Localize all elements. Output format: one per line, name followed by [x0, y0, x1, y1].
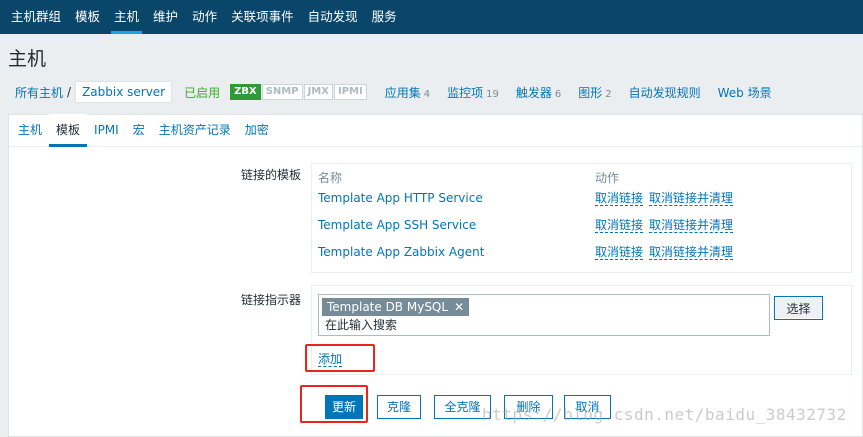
topnav-discovery[interactable]: 自动发现 — [301, 0, 365, 34]
clone-button[interactable]: 克隆 — [377, 395, 421, 419]
topnav-actions[interactable]: 动作 — [185, 0, 224, 34]
topnav-maintenance[interactable]: 维护 — [146, 0, 185, 34]
column-header-action: 动作 — [595, 171, 620, 185]
template-name-link[interactable]: Template App Zabbix Agent — [318, 245, 484, 259]
link-indicator-label: 链接指示器 — [240, 293, 301, 307]
remove-chip-icon[interactable]: ✕ — [454, 300, 464, 314]
page-title: 主机 — [8, 48, 47, 70]
tab-encryption[interactable]: 加密 — [238, 114, 276, 146]
topnav-event-correlation[interactable]: 关联项事件 — [224, 0, 301, 34]
template-search-input[interactable] — [325, 318, 705, 332]
unlink-button[interactable]: 取消链接 — [595, 245, 644, 260]
link-discovery-rules[interactable]: 自动发现规则 — [629, 84, 701, 101]
host-form-panel: 主机 模板 IPMI 宏 主机资产记录 加密 链接的模板 名称 动作 Templ… — [8, 114, 863, 437]
availability-badges: ZBX SNMP JMX IPMI — [230, 84, 368, 100]
top-navigation: 主机群组 模板 主机 维护 动作 关联项事件 自动发现 服务 — [0, 0, 863, 34]
tab-ipmi[interactable]: IPMI — [87, 114, 126, 146]
topnav-services[interactable]: 服务 — [365, 0, 404, 34]
badge-zbx: ZBX — [230, 84, 261, 100]
unlink-and-clear-button[interactable]: 取消链接并清理 — [649, 191, 734, 206]
link-web-scenarios[interactable]: Web 场景 — [718, 84, 772, 101]
status-enabled-link[interactable]: 已启用 — [184, 84, 220, 101]
highlight-frame-update — [300, 385, 368, 423]
unlink-button[interactable]: 取消链接 — [595, 191, 644, 206]
template-multiselect[interactable]: Template DB MySQL ✕ — [318, 294, 770, 336]
triggers-count: 6 — [554, 88, 562, 100]
unlink-and-clear-button[interactable]: 取消链接并清理 — [649, 218, 734, 233]
watermark-text: https://blog.csdn.net/baidu_38432732 — [482, 405, 847, 424]
host-navigation: 所有主机 / Zabbix server 已启用 ZBX SNMP JMX IP… — [0, 78, 863, 106]
link-items-label: 监控项 — [447, 85, 484, 100]
badge-ipmi: IPMI — [333, 84, 367, 100]
select-button[interactable]: 选择 — [774, 296, 823, 320]
tab-inventory[interactable]: 主机资产记录 — [152, 114, 238, 146]
breadcrumb-separator: / — [67, 85, 72, 99]
link-triggers[interactable]: 触发器 6 — [516, 84, 561, 101]
badge-snmp: SNMP — [261, 84, 303, 100]
link-applications[interactable]: 应用集 4 — [385, 84, 430, 101]
form-tabs: 主机 模板 IPMI 宏 主机资产记录 加密 — [9, 114, 862, 147]
selected-template-chip: Template DB MySQL ✕ — [322, 298, 470, 316]
link-applications-label: 应用集 — [384, 85, 421, 100]
graphs-count: 2 — [605, 88, 612, 100]
items-count: 19 — [486, 88, 499, 100]
topnav-hosts[interactable]: 主机 — [107, 0, 146, 34]
applications-count: 4 — [423, 88, 431, 100]
tab-macros[interactable]: 宏 — [126, 114, 152, 146]
linked-templates-label: 链接的模板 — [240, 168, 301, 182]
tab-templates[interactable]: 模板 — [49, 114, 88, 147]
linked-templates-table: 名称 动作 Template App HTTP Service 取消链接 取消链… — [311, 163, 852, 273]
unlink-and-clear-button[interactable]: 取消链接并清理 — [649, 245, 734, 260]
link-triggers-label: 触发器 — [515, 85, 552, 100]
linked-template-row: Template App Zabbix Agent 取消链接 取消链接并清理 — [318, 245, 848, 265]
topnav-host-groups[interactable]: 主机群组 — [4, 0, 68, 34]
chip-label: Template DB MySQL — [327, 300, 449, 314]
tab-host[interactable]: 主机 — [11, 114, 49, 146]
linked-template-row: Template App HTTP Service 取消链接 取消链接并清理 — [318, 191, 848, 211]
badge-jmx: JMX — [303, 84, 333, 100]
highlight-frame-add — [305, 344, 375, 372]
link-new-templates-box: Template DB MySQL✕ 选择 添加 — [311, 285, 852, 375]
topnav-templates[interactable]: 模板 — [68, 0, 107, 34]
link-graphs-label: 图形 — [578, 85, 603, 100]
linked-template-row: Template App SSH Service 取消链接 取消链接并清理 — [318, 218, 848, 238]
link-graphs[interactable]: 图形 2 — [578, 84, 611, 101]
breadcrumb-all-hosts[interactable]: 所有主机 — [15, 84, 63, 101]
template-name-link[interactable]: Template App SSH Service — [318, 218, 476, 232]
template-name-link[interactable]: Template App HTTP Service — [318, 191, 483, 205]
link-items[interactable]: 监控项 19 — [447, 84, 499, 101]
unlink-button[interactable]: 取消链接 — [595, 218, 644, 233]
column-header-name: 名称 — [318, 171, 343, 185]
breadcrumb-current-host[interactable]: Zabbix server — [75, 81, 173, 103]
